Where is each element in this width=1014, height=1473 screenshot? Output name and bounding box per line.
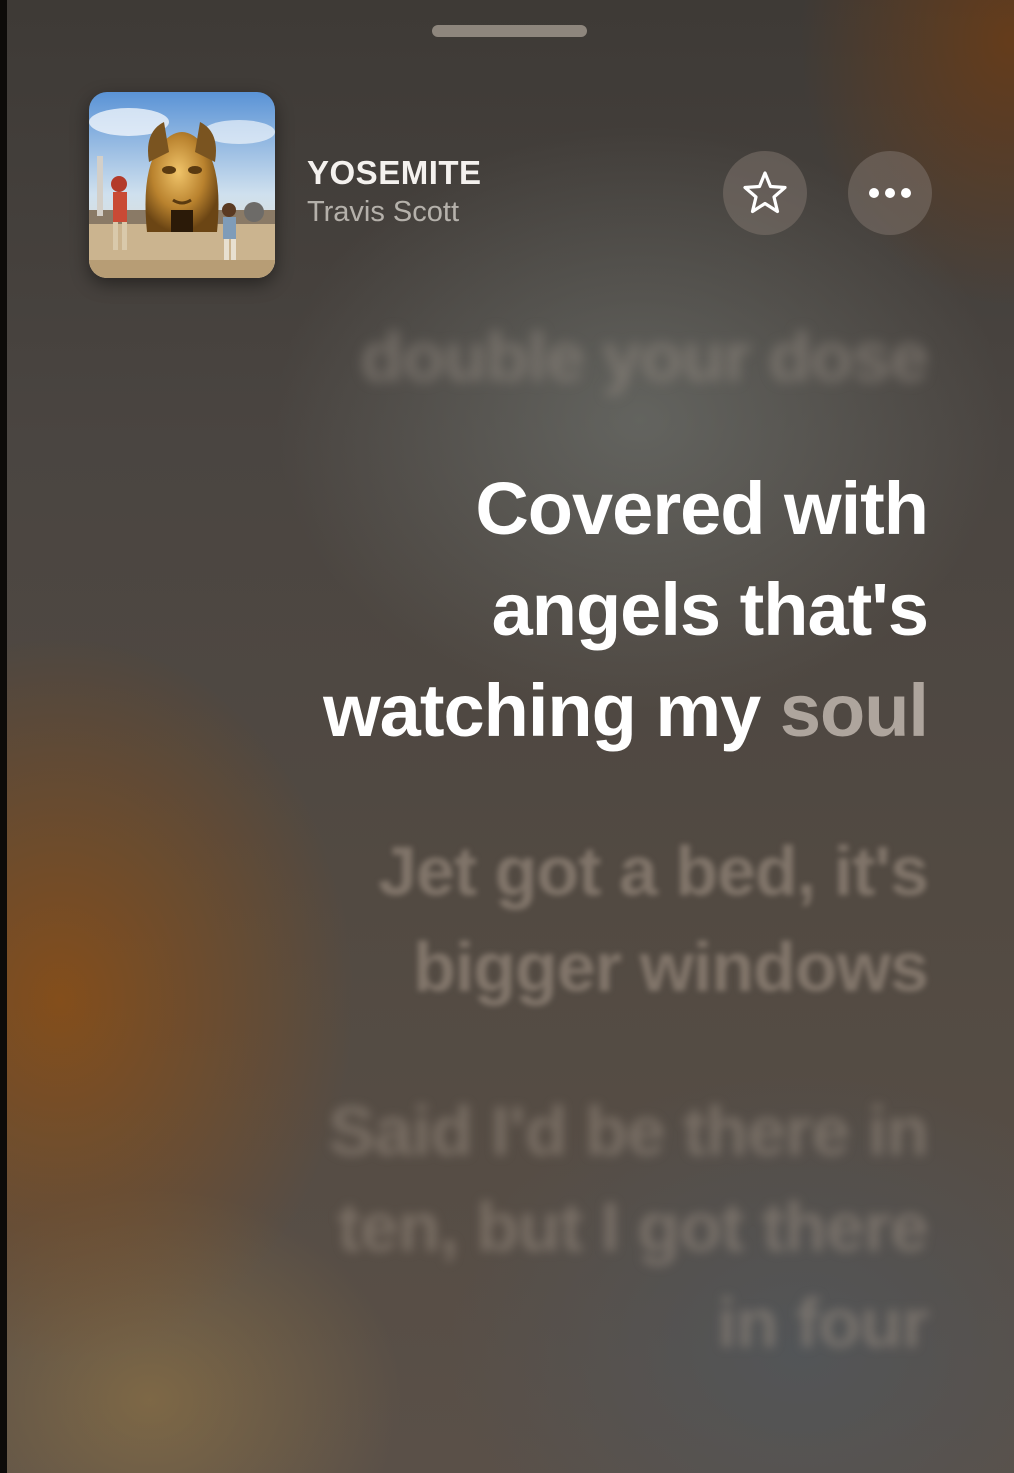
lyric-line-next[interactable]: Said I'd be there in ten, but I got ther… — [328, 1083, 929, 1371]
lyric-text: Said I'd be there in — [328, 1092, 929, 1170]
lyric-upcoming-word: soul — [779, 669, 929, 752]
lyric-text-row: watching my soul — [323, 660, 929, 761]
lyric-line-previous[interactable]: double your dose — [360, 312, 929, 402]
lyric-text: Covered with — [475, 467, 929, 550]
lyric-text: Jet got a bed, it's — [378, 832, 929, 910]
lyric-sung-words: watching my — [323, 669, 761, 752]
lyric-line-current[interactable]: Covered with angels that's watching my s… — [323, 458, 929, 761]
lyric-line-next[interactable]: Jet got a bed, it's bigger windows — [378, 823, 929, 1015]
lyric-text: ten, but I got there — [337, 1188, 929, 1266]
lyric-text: bigger windows — [413, 928, 929, 1006]
lyric-text: angels that's — [491, 568, 929, 651]
lyrics-list: double your dose Covered with angels tha… — [0, 0, 1014, 1473]
lyric-text: double your dose — [360, 318, 929, 396]
lyrics-screen: YOSEMITE Travis Scott double your dose C… — [0, 0, 1014, 1473]
lyric-text: in four — [717, 1284, 929, 1362]
